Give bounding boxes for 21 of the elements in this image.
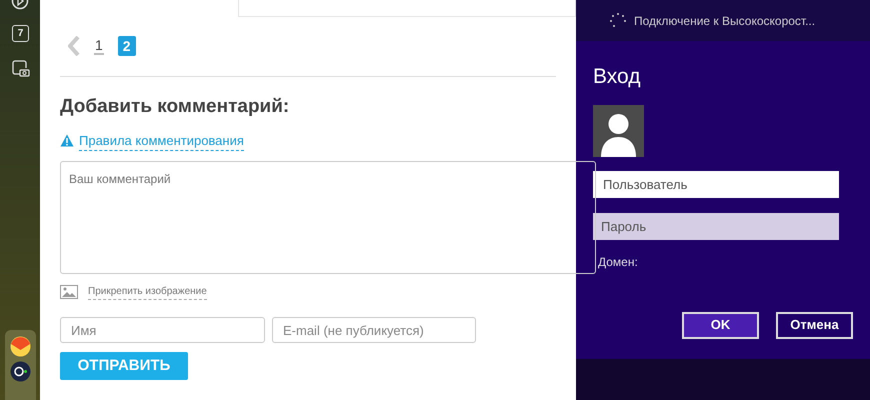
dialog-title: Вход <box>593 64 642 90</box>
section-title: Добавить комментарий: <box>60 95 290 119</box>
ok-button[interactable]: OK <box>682 312 759 338</box>
envelope-app-icon[interactable] <box>10 336 31 357</box>
ring-app-icon[interactable] <box>10 361 31 382</box>
name-field[interactable]: Имя <box>60 317 265 343</box>
user-avatar-icon <box>593 104 644 156</box>
username-field[interactable]: Пользователь <box>593 170 839 198</box>
attach-image-link[interactable]: Прикрепить изображение <box>88 284 207 300</box>
warning-icon <box>60 134 74 148</box>
calendar-icon[interactable]: 7 <box>12 25 29 42</box>
spinner-icon <box>610 12 626 28</box>
domain-label: Домен: <box>598 254 639 270</box>
page-link[interactable]: 1 <box>94 37 104 55</box>
connection-status: Подключение к Высокоскорост... <box>634 12 816 30</box>
image-icon <box>60 285 78 299</box>
camera-icon[interactable] <box>12 60 30 78</box>
comment-field[interactable]: Ваш комментарий <box>60 161 596 274</box>
cancel-button[interactable]: Отмена <box>776 312 853 338</box>
password-field[interactable]: Пароль <box>593 212 839 240</box>
email-field[interactable]: E-mail (не публикуется) <box>272 317 476 343</box>
